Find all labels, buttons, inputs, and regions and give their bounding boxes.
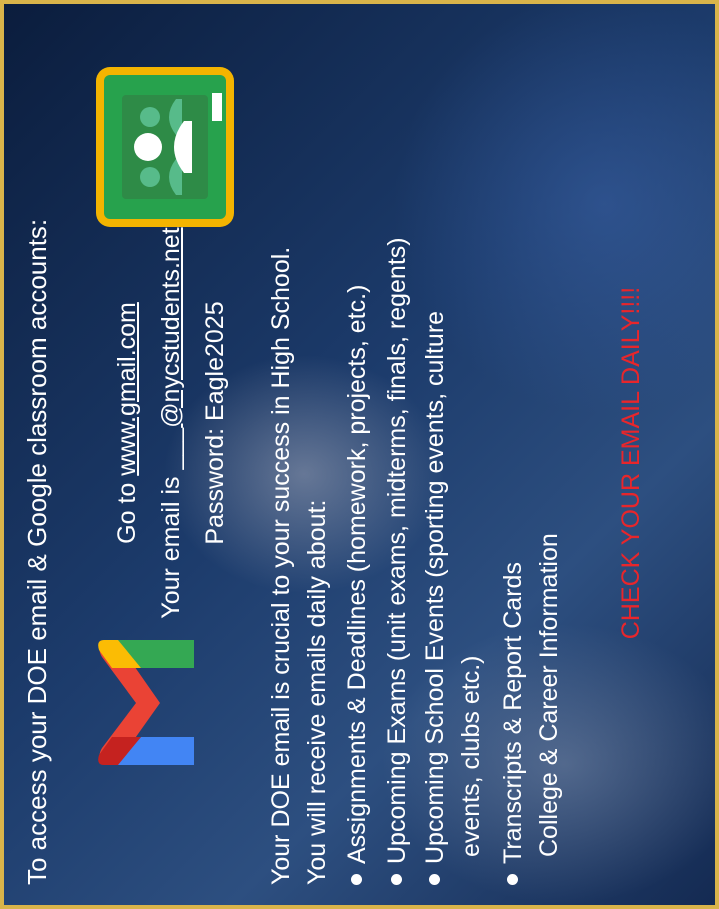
google-classroom-logo-icon (96, 67, 234, 227)
list-item-no-bullet: College & Career Information (535, 533, 563, 857)
email-domain-link[interactable]: @nycstudents.net (157, 227, 185, 428)
instruction-line-email: Your email is ___@nycstudents.net (156, 189, 186, 657)
list-item-text: Transcripts & Report Cards (499, 562, 527, 864)
heading: To access your DOE email & Google classr… (22, 218, 52, 885)
list-item-text: Upcoming Exams (unit exams, midterms, fi… (383, 237, 411, 864)
bullet-icon (428, 874, 440, 885)
bullet-icon (350, 874, 362, 885)
call-to-action: CHECK YOUR EMAIL DAILY!!!! (617, 286, 645, 640)
gmail-link[interactable]: www.gmail.com (113, 302, 141, 476)
list-item-text: Upcoming School Events (sporting events,… (421, 310, 449, 864)
paragraph-line-2: You will receive emails daily about: (303, 499, 331, 885)
email-prefix: Your email is ___ (157, 427, 185, 619)
instruction-prefix: Go to (113, 475, 141, 544)
classroom-people-icon (122, 93, 222, 199)
instruction-line-gmail: Go to www.gmail.com (112, 223, 142, 623)
list-item: Upcoming Exams (unit exams, midterms, fi… (382, 237, 412, 885)
bullet-icon (506, 874, 518, 885)
list-item: Transcripts & Report Cards (498, 562, 528, 885)
gmail-logo-icon (98, 640, 194, 765)
list-item-continuation: events, clubs etc.) (457, 655, 485, 857)
list-item: Assignments & Deadlines (homework, proje… (342, 285, 372, 885)
flyer-frame: To access your DOE email & Google classr… (0, 0, 719, 909)
list-item-text: Assignments & Deadlines (homework, proje… (343, 284, 371, 864)
rotated-content: To access your DOE email & Google classr… (4, 4, 715, 905)
bullet-icon (390, 874, 402, 885)
instruction-line-password: Password: Eagle2025 (201, 301, 229, 545)
list-item: Upcoming School Events (sporting events,… (420, 311, 450, 885)
paragraph-line-1: Your DOE email is crucial to your succes… (267, 246, 295, 885)
